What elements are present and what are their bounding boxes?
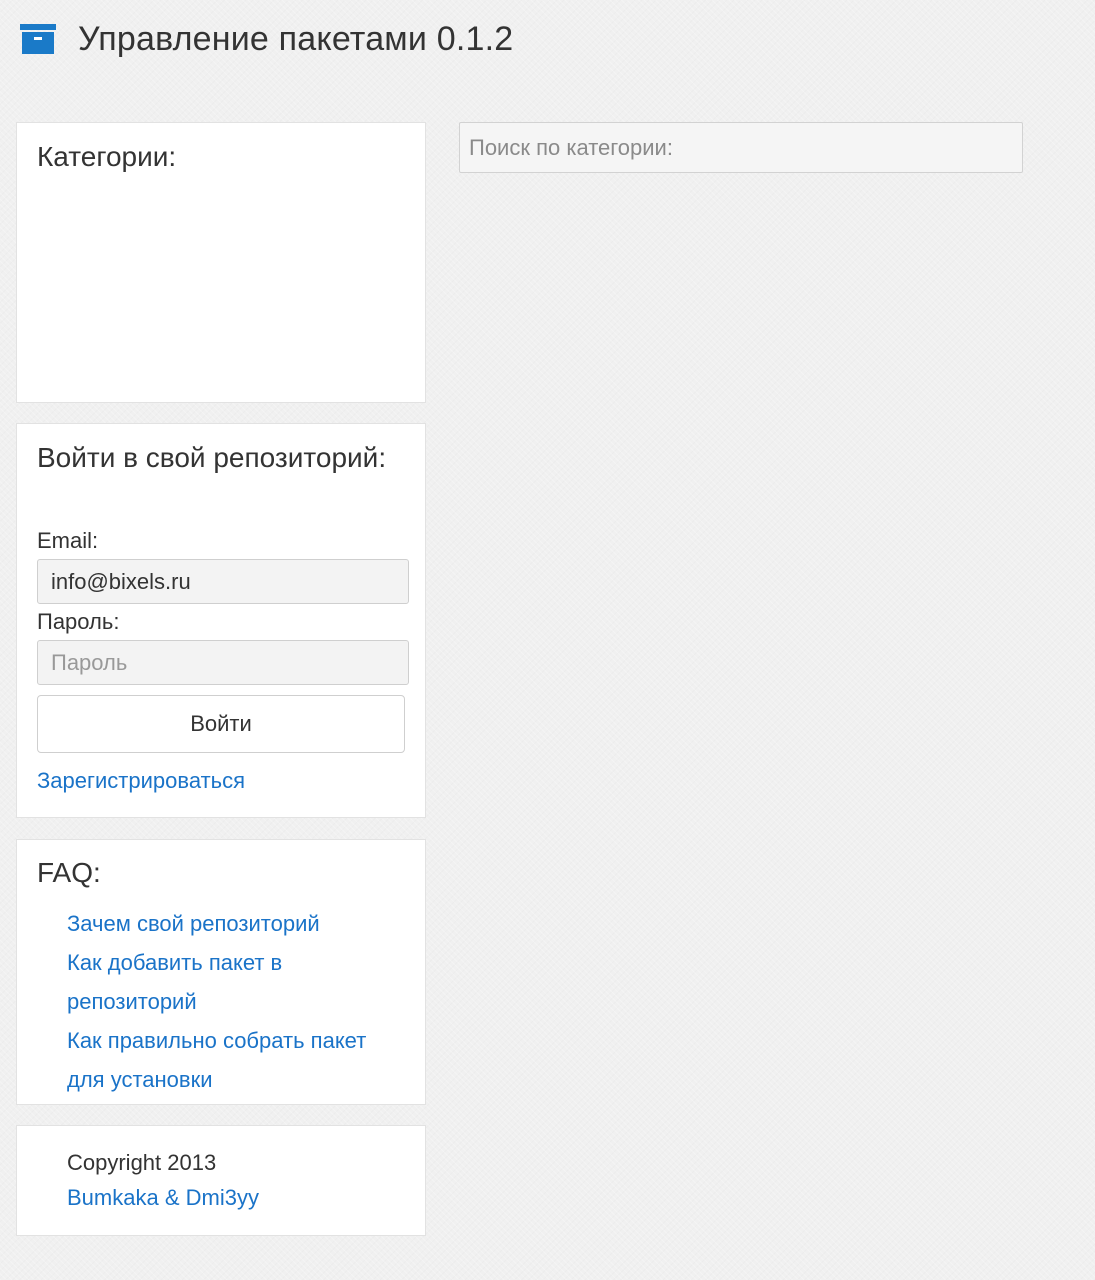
category-search-input[interactable] bbox=[459, 122, 1023, 173]
faq-list: Зачем свой репозиторий Как добавить паке… bbox=[67, 906, 397, 1101]
password-field[interactable] bbox=[37, 640, 409, 685]
footer-panel: Copyright 2013 Bumkaka & Dmi3yy bbox=[16, 1125, 426, 1236]
faq-item: Зачем свой репозиторий bbox=[67, 906, 397, 945]
faq-item: Как добавить пакет в репозиторий bbox=[67, 945, 397, 1023]
categories-title: Категории: bbox=[37, 141, 177, 172]
page-title: Управление пакетами 0.1.2 bbox=[78, 19, 514, 58]
authors-link[interactable]: Bumkaka & Dmi3yy bbox=[67, 1185, 259, 1211]
register-link[interactable]: Зарегистрироваться bbox=[37, 768, 245, 794]
faq-item: Как правильно собрать пакет для установк… bbox=[67, 1023, 397, 1101]
faq-link[interactable]: Зачем свой репозиторий bbox=[67, 911, 320, 936]
faq-panel: FAQ: Зачем свой репозиторий Как добавить… bbox=[16, 839, 426, 1105]
copyright-text: Copyright 2013 bbox=[67, 1150, 217, 1175]
login-panel: Войти в свой репозиторий: Email: Пароль:… bbox=[16, 423, 426, 818]
faq-link[interactable]: Как добавить пакет в репозиторий bbox=[67, 950, 282, 1014]
email-field[interactable] bbox=[37, 559, 409, 604]
categories-panel: Категории: bbox=[16, 122, 426, 403]
faq-link[interactable]: Как правильно собрать пакет для установк… bbox=[67, 1028, 366, 1092]
login-title: Войти в свой репозиторий: bbox=[37, 442, 387, 473]
email-label: Email: bbox=[37, 528, 99, 553]
login-button[interactable]: Войти bbox=[37, 695, 405, 753]
password-label: Пароль: bbox=[37, 609, 120, 634]
faq-title: FAQ: bbox=[37, 857, 101, 888]
page-header: Управление пакетами 0.1.2 bbox=[20, 14, 513, 64]
archive-box-icon bbox=[20, 24, 56, 54]
